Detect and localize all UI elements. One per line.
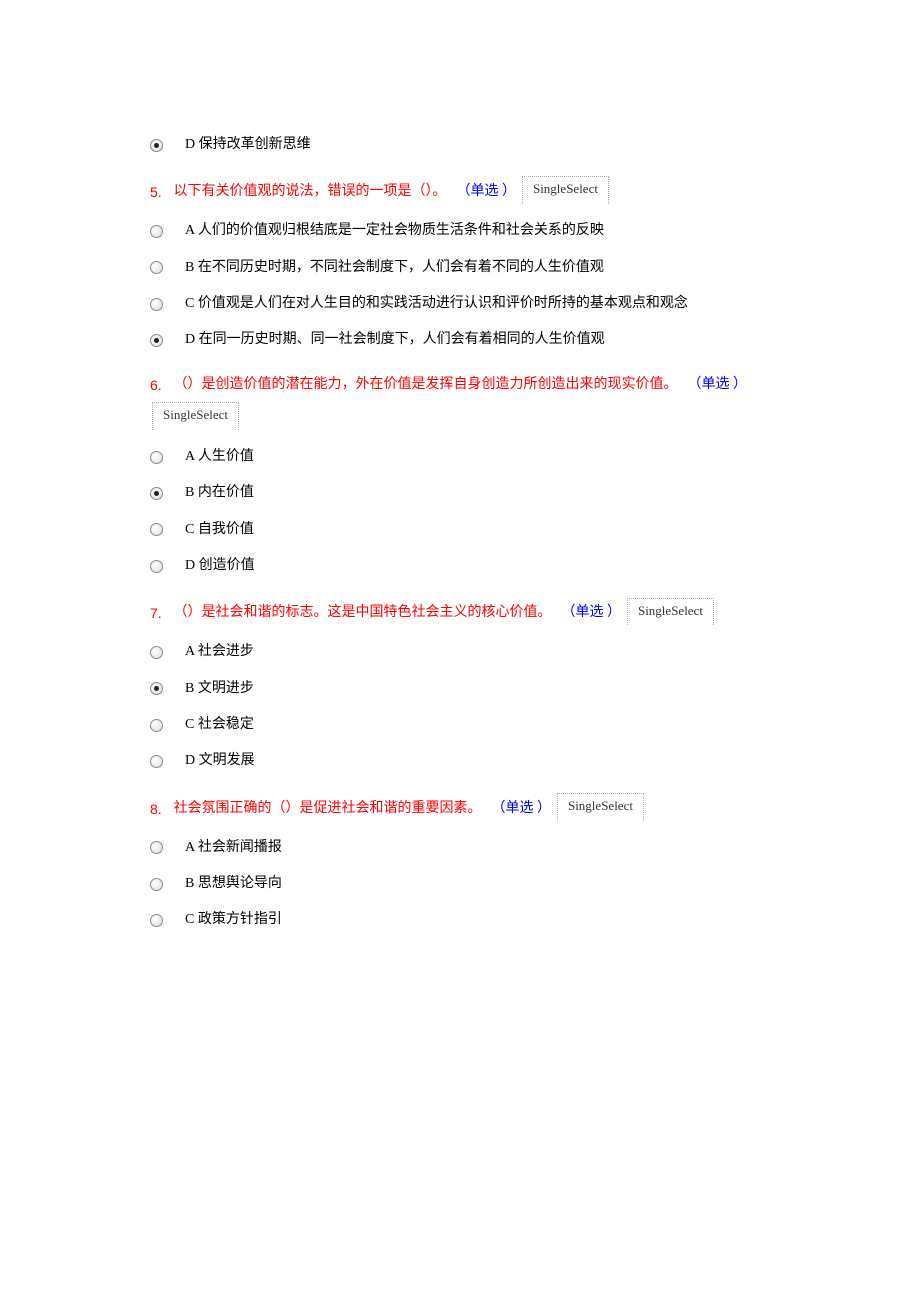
option-row[interactable]: C 政策方针指引 xyxy=(150,909,770,931)
question-text: 以下有关价值观的说法，错误的一项是（）。 xyxy=(173,181,446,203)
option-label: B 思想舆论导向 xyxy=(185,873,282,895)
option-label: A 社会进步 xyxy=(185,641,254,663)
option-row[interactable]: D 在同一历史时期、同一社会制度下，人们会有着相同的人生价值观 xyxy=(150,329,770,351)
option-label: D 文明发展 xyxy=(185,750,255,772)
radio-icon[interactable] xyxy=(150,914,163,927)
radio-icon[interactable] xyxy=(150,487,163,500)
option-row[interactable]: A 人们的价值观归根结底是一定社会物质生活条件和社会关系的反映 xyxy=(150,220,770,242)
option-row[interactable]: A 社会新闻播报 xyxy=(150,837,770,859)
option-label: B 在不同历史时期，不同社会制度下，人们会有着不同的人生价值观 xyxy=(185,257,604,279)
radio-icon[interactable] xyxy=(150,261,163,274)
radio-icon[interactable] xyxy=(150,841,163,854)
option-label: C 价值观是人们在对人生目的和实践活动进行认识和评价时所持的基本观点和观念 xyxy=(185,293,688,315)
option-row[interactable]: D 文明发展 xyxy=(150,750,770,772)
question-text: 社会氛围正确的（）是促进社会和谐的重要因素。 xyxy=(173,798,481,820)
option-label: A 社会新闻播报 xyxy=(185,837,282,859)
option-label: A 人们的价值观归根结底是一定社会物质生活条件和社会关系的反映 xyxy=(185,220,604,242)
question-number: 7. xyxy=(150,602,169,624)
question-type: （单选 ） xyxy=(687,374,747,396)
single-select-wrap: SingleSelect xyxy=(150,404,770,432)
radio-icon[interactable] xyxy=(150,225,163,238)
question-type: （单选 ） xyxy=(561,602,621,624)
option-label: D 在同一历史时期、同一社会制度下，人们会有着相同的人生价值观 xyxy=(185,329,605,351)
radio-icon[interactable] xyxy=(150,451,163,464)
question-number: 5. xyxy=(150,181,169,203)
question-header: 5. 以下有关价值观的说法，错误的一项是（）。 （单选 ） SingleSelect xyxy=(150,178,770,206)
option-row[interactable]: B 在不同历史时期，不同社会制度下，人们会有着不同的人生价值观 xyxy=(150,257,770,279)
single-select-badge: SingleSelect xyxy=(627,598,714,626)
option-label: D 保持改革创新思维 xyxy=(185,134,311,156)
option-label: C 社会稳定 xyxy=(185,714,254,736)
option-row[interactable]: C 社会稳定 xyxy=(150,714,770,736)
radio-icon[interactable] xyxy=(150,878,163,891)
option-label: A 人生价值 xyxy=(185,446,254,468)
option-label: D 创造价值 xyxy=(185,555,255,577)
option-row[interactable]: A 人生价值 xyxy=(150,446,770,468)
radio-icon[interactable] xyxy=(150,523,163,536)
radio-icon[interactable] xyxy=(150,646,163,659)
single-select-badge: SingleSelect xyxy=(152,402,239,430)
radio-icon[interactable] xyxy=(150,719,163,732)
option-row[interactable]: D 创造价值 xyxy=(150,555,770,577)
option-row[interactable]: D 保持改革创新思维 xyxy=(150,134,770,156)
radio-icon[interactable] xyxy=(150,682,163,695)
question-header: 8. 社会氛围正确的（）是促进社会和谐的重要因素。 （单选 ） SingleSele… xyxy=(150,795,770,823)
option-row[interactable]: B 内在价值 xyxy=(150,482,770,504)
question-number: 8. xyxy=(150,798,169,820)
option-row[interactable]: B 文明进步 xyxy=(150,678,770,700)
option-row[interactable]: C 价值观是人们在对人生目的和实践活动进行认识和评价时所持的基本观点和观念 xyxy=(150,293,770,315)
radio-icon[interactable] xyxy=(150,334,163,347)
option-row[interactable]: B 思想舆论导向 xyxy=(150,873,770,895)
option-row[interactable]: C 自我价值 xyxy=(150,519,770,541)
single-select-badge: SingleSelect xyxy=(557,793,644,821)
option-label: C 政策方针指引 xyxy=(185,909,282,931)
question-header: 6. （）是创造价值的潜在能力，外在价值是发挥自身创造力所创造出来的现实价值。 （… xyxy=(150,374,770,396)
question-text: （）是创造价值的潜在能力，外在价值是发挥自身创造力所创造出来的现实价值。 xyxy=(173,374,677,396)
radio-icon[interactable] xyxy=(150,560,163,573)
question-text: （）是社会和谐的标志。这是中国特色社会主义的核心价值。 xyxy=(173,602,551,624)
question-type: （单选 ） xyxy=(491,798,551,820)
option-label: C 自我价值 xyxy=(185,519,254,541)
radio-icon[interactable] xyxy=(150,298,163,311)
question-type: （单选 ） xyxy=(456,181,516,203)
option-row[interactable]: A 社会进步 xyxy=(150,641,770,663)
question-header: 7. （）是社会和谐的标志。这是中国特色社会主义的核心价值。 （单选 ） Singl… xyxy=(150,600,770,628)
single-select-badge: SingleSelect xyxy=(522,176,609,204)
option-label: B 内在价值 xyxy=(185,482,254,504)
option-label: B 文明进步 xyxy=(185,678,254,700)
radio-icon[interactable] xyxy=(150,755,163,768)
question-number: 6. xyxy=(150,374,169,396)
radio-icon[interactable] xyxy=(150,139,163,152)
quiz-content: D 保持改革创新思维 5. 以下有关价值观的说法，错误的一项是（）。 （单选 ） Si… xyxy=(150,134,770,932)
